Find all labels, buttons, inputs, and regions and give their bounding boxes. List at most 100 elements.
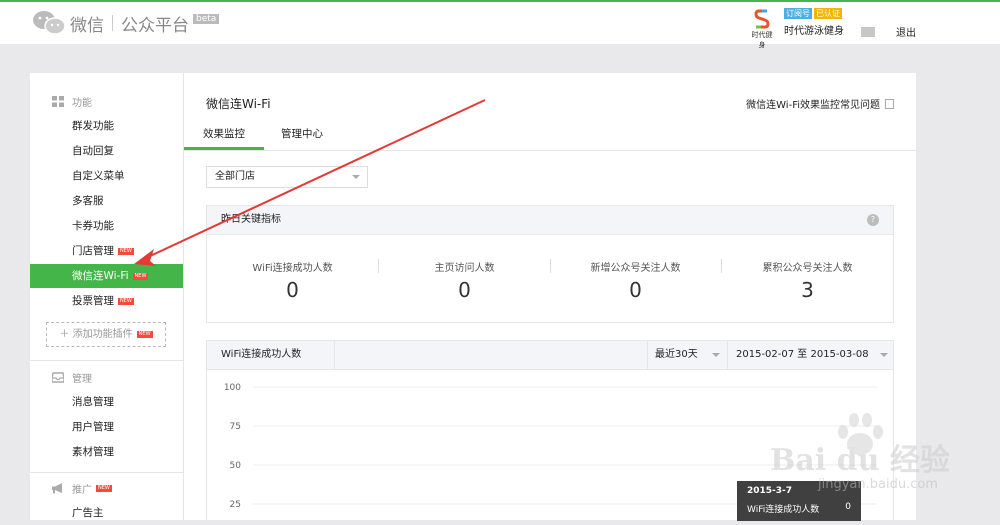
logo-separator: [112, 15, 113, 31]
watermark-brand: Bai du 经验: [770, 443, 950, 478]
range-select-value: 最近30天: [655, 349, 698, 360]
account-avatar-text: 时代健身: [751, 31, 773, 49]
chevron-down-icon: [880, 353, 888, 357]
wechat-logo[interactable]: 微信 公众平台 beta: [32, 9, 220, 37]
kpi-header: 昨日关键指标 ?: [207, 206, 893, 235]
new-badge: NEW: [118, 247, 134, 255]
kpi-value: 0: [629, 278, 642, 302]
metric-select-value: WiFi连接成功人数: [221, 349, 302, 360]
kpi-title: 昨日关键指标: [221, 214, 281, 225]
tab-management[interactable]: 管理中心: [274, 124, 330, 150]
chevron-down-icon: [352, 175, 360, 179]
beta-badge: beta: [193, 14, 220, 24]
tooltip-value: 0: [845, 502, 851, 512]
store-select-value: 全部门店: [215, 171, 255, 182]
new-badge: NEW: [136, 330, 153, 338]
sidebar-item-users[interactable]: 用户管理: [30, 415, 183, 439]
kpi-panel: 昨日关键指标 ? WiFi连接成功人数 0 主页访问人数 0 新增公众号关注人数…: [206, 205, 894, 323]
faq-link[interactable]: 微信连Wi-Fi效果监控常见问题: [746, 96, 894, 111]
y-tick-label: 75: [230, 422, 241, 432]
sidebar-item-store-manage[interactable]: 门店管理 NEW: [30, 239, 183, 263]
mail-icon[interactable]: [861, 27, 875, 37]
account-logo-icon: [754, 9, 770, 29]
tab-monitoring[interactable]: 效果监控: [184, 124, 264, 150]
store-select[interactable]: 全部门店: [206, 166, 368, 188]
sidebar-item-custom-menu[interactable]: 自定义菜单: [30, 164, 183, 188]
verified-badge: 已认证: [814, 8, 842, 19]
logout-link[interactable]: 退出: [896, 24, 916, 39]
sidebar-section-label: 推广: [72, 484, 92, 496]
document-icon: [885, 98, 894, 109]
date-range-select[interactable]: 2015-02-07 至 2015-03-08: [727, 341, 895, 369]
chevron-down-icon: [712, 353, 720, 357]
sidebar-item-customer-service[interactable]: 多客服: [30, 189, 183, 213]
kpi-total-followers: 累积公众号关注人数 3: [722, 234, 893, 322]
sidebar-section-promotion: 推广 NEW: [30, 478, 112, 498]
sidebar-section-function: 功能: [30, 91, 92, 111]
sidebar-divider: [30, 360, 183, 361]
sidebar-item-label: 群发功能: [72, 120, 114, 132]
sidebar-item-label: 微信连Wi-Fi: [72, 270, 129, 282]
account-name[interactable]: 时代游泳健身: [784, 22, 844, 37]
page-title: 微信连Wi-Fi: [206, 97, 271, 111]
range-select[interactable]: 最近30天: [647, 341, 727, 369]
kpi-label: 主页访问人数: [434, 263, 495, 274]
kpi-new-followers: 新增公众号关注人数 0: [550, 234, 721, 322]
y-tick-label: 50: [230, 461, 242, 471]
kpi-label: WiFi连接成功人数: [252, 263, 333, 274]
logo-text-platform: 公众平台: [121, 15, 189, 36]
sidebar-item-vote-manage[interactable]: 投票管理 NEW: [30, 289, 183, 313]
add-plugin-button[interactable]: ＋ 添加功能插件 NEW: [46, 322, 166, 347]
new-badge: NEW: [118, 297, 134, 305]
sidebar-item-materials[interactable]: 素材管理: [30, 440, 183, 464]
kpi-homepage-visits: 主页访问人数 0: [379, 234, 550, 322]
sidebar-item-label: 投票管理: [72, 295, 114, 307]
new-badge: NEW: [132, 272, 149, 280]
help-icon[interactable]: ?: [867, 214, 879, 226]
add-plugin-label: 添加功能插件: [72, 329, 133, 340]
logo-text-wechat: 微信: [70, 15, 104, 36]
sidebar-section-manage: 管理: [30, 367, 92, 387]
watermark-url: jingyan.baidu.com: [818, 477, 938, 492]
plus-icon: ＋: [59, 329, 73, 340]
kpi-label: 累积公众号关注人数: [762, 263, 853, 274]
sidebar-item-label: 门店管理: [72, 245, 114, 257]
grid-icon: [52, 95, 64, 107]
sidebar-item-coupons[interactable]: 卡券功能: [30, 214, 183, 238]
y-tick-label: 100: [224, 383, 241, 393]
sidebar-section-label: 功能: [72, 97, 92, 109]
account-avatar[interactable]: 时代健身: [750, 8, 774, 49]
faq-label: 微信连Wi-Fi效果监控常见问题: [746, 100, 880, 111]
sidebar-item-auto-reply[interactable]: 自动回复: [30, 139, 183, 163]
sidebar-item-label: 自定义菜单: [72, 170, 125, 182]
sidebar-item-label: 用户管理: [72, 421, 114, 433]
kpi-value: 3: [801, 278, 814, 302]
y-tick-label: 25: [230, 500, 241, 510]
kpi-label: 新增公众号关注人数: [590, 263, 681, 274]
inbox-icon: [52, 371, 64, 383]
metric-select[interactable]: WiFi连接成功人数: [207, 341, 335, 369]
kpi-wifi-success: WiFi连接成功人数 0: [207, 234, 378, 322]
sidebar-item-label: 自动回复: [72, 145, 114, 157]
sidebar-item-advertiser[interactable]: 广告主: [30, 501, 183, 525]
tab-bar: 效果监控 管理中心: [184, 124, 916, 151]
sidebar-item-mass-send[interactable]: 群发功能: [30, 114, 183, 138]
new-badge: NEW: [96, 484, 112, 492]
baidu-watermark: Bai du 经验 jingyan.baidu.com: [760, 410, 960, 500]
kpi-value: 0: [286, 278, 299, 302]
sidebar-item-label: 素材管理: [72, 446, 114, 458]
sidebar-divider: [30, 472, 183, 473]
sidebar-item-label: 消息管理: [72, 396, 114, 408]
kpi-value: 0: [458, 278, 471, 302]
sidebar-item-wechat-wifi[interactable]: 微信连Wi-Fi NEW: [30, 264, 183, 288]
wechat-logo-icon: [33, 11, 66, 35]
sidebar-item-messages[interactable]: 消息管理: [30, 390, 183, 414]
date-range-value: 2015-02-07 至 2015-03-08: [736, 349, 869, 360]
sidebar-item-label: 多客服: [72, 195, 104, 207]
top-bar: 微信 公众平台 beta 时代健身 订阅号 已认证 时代游泳健身 退出: [0, 0, 1000, 49]
account-area: 时代健身 订阅号 已认证 时代游泳健身: [750, 8, 844, 49]
sidebar-item-label: 广告主: [72, 507, 104, 519]
megaphone-icon: [52, 482, 62, 493]
tooltip-label: WiFi连接成功人数: [747, 505, 820, 515]
subscription-badge: 订阅号: [784, 8, 812, 19]
